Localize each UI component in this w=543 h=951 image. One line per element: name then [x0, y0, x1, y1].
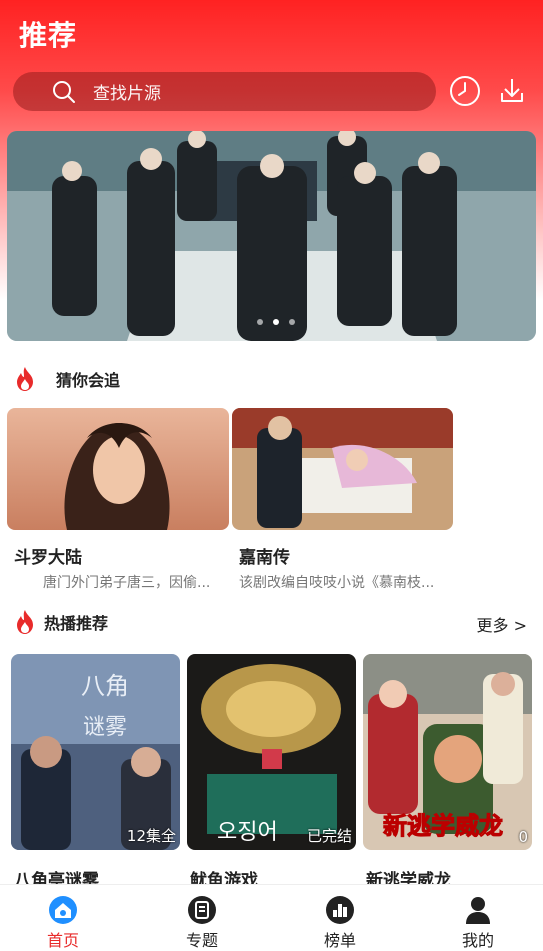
bottom-tab-bar: 首页 专题 榜单 我的 — [0, 884, 543, 951]
carousel-dot[interactable] — [273, 319, 279, 325]
tab-rankings[interactable]: 榜单 — [300, 885, 380, 951]
tab-label: 榜单 — [323, 931, 356, 950]
episode-badge: 12集全 — [126, 827, 176, 845]
hot-card-poster[interactable]: 八角 谜雾 12集全 — [11, 654, 180, 850]
search-bar[interactable]: 查找片源 — [13, 72, 436, 111]
poster-image: 오징어 — [187, 654, 356, 850]
tab-home[interactable]: 首页 — [23, 885, 103, 951]
search-placeholder: 查找片源 — [93, 84, 161, 104]
guess-desc: 唐门外门弟子唐三，因偷... — [43, 575, 211, 591]
guess-card-poster[interactable] — [7, 408, 229, 530]
episode-badge: 0 — [518, 828, 528, 846]
guess-title[interactable]: 斗罗大陆 — [14, 543, 82, 568]
poster-image: 八角 谜雾 — [11, 654, 180, 850]
svg-text:谜雾: 谜雾 — [83, 715, 127, 740]
app-screen: 推荐 查找片源 猜你会追 斗罗大陆 唐门外门弟子唐三，因偷... 嘉南传 该剧改… — [0, 0, 543, 951]
svg-text:新逃学威龙: 新逃学威龙 — [383, 812, 503, 840]
hot-card-poster[interactable]: 新逃学威龙 0 — [363, 654, 532, 850]
fire-icon — [17, 610, 33, 634]
fire-icon — [17, 367, 33, 391]
tab-label: 首页 — [46, 931, 79, 950]
rankings-icon — [326, 896, 354, 924]
episode-badge: 已完结 — [306, 827, 352, 845]
home-icon — [49, 896, 77, 924]
guess-title[interactable]: 嘉南传 — [239, 543, 290, 568]
banner-image — [7, 131, 536, 341]
section-hot-header: 热播推荐 — [14, 609, 108, 635]
carousel-dot[interactable] — [289, 319, 295, 325]
svg-text:오징어: 오징어 — [217, 820, 278, 845]
hot-card-poster[interactable]: 오징어 已完结 — [187, 654, 356, 850]
guess-card-poster[interactable] — [232, 408, 453, 530]
more-link[interactable]: 更多 > — [477, 612, 528, 636]
poster-image: 新逃学威龙 — [363, 654, 532, 850]
section-title: 热播推荐 — [44, 614, 109, 633]
banner-carousel[interactable] — [7, 131, 536, 341]
user-icon — [466, 897, 490, 924]
section-title: 猜你会追 — [56, 371, 121, 390]
tab-label: 我的 — [461, 931, 494, 950]
section-guess-header: 猜你会追 — [14, 366, 120, 392]
tab-label: 专题 — [185, 931, 218, 950]
svg-text:八角: 八角 — [81, 672, 129, 700]
topics-icon — [188, 896, 216, 924]
poster-image — [7, 408, 229, 530]
carousel-dots — [257, 319, 295, 325]
page-title: 推荐 — [19, 19, 78, 52]
tab-mine[interactable]: 我的 — [438, 885, 518, 951]
poster-image — [232, 408, 453, 530]
history-icon[interactable] — [449, 75, 481, 107]
download-icon[interactable] — [496, 75, 528, 107]
guess-desc: 该剧改编自吱吱小说《慕南枝... — [239, 575, 435, 591]
tab-topics[interactable]: 专题 — [162, 885, 242, 951]
search-icon — [53, 80, 75, 103]
carousel-dot[interactable] — [257, 319, 263, 325]
